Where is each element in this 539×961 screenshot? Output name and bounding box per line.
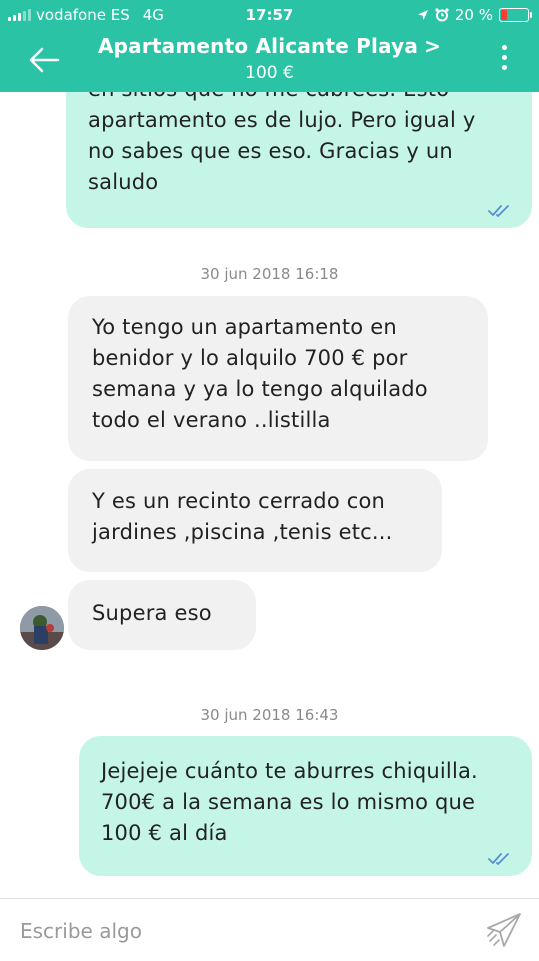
message-line: Yo tengo un apartamento en	[92, 315, 397, 339]
double-check-read-icon	[488, 205, 509, 217]
send-button[interactable]	[485, 911, 523, 949]
more-vertical-icon	[499, 45, 509, 70]
paper-plane-icon	[487, 913, 521, 947]
message-line: todo el verano ..listilla	[92, 408, 331, 432]
listing-title: Apartamento Alicante Playa	[97, 34, 419, 58]
avatar-photo	[20, 606, 64, 650]
message-line: apartamento es de lujo. Pero igual y	[88, 108, 476, 132]
message-bubble-incoming: Y es un recinto cerrado con jardines ,pi…	[68, 469, 442, 572]
chevron-right-icon: >	[424, 34, 442, 58]
message-line: jardines ,piscina ,tenis etc...	[92, 520, 393, 544]
message-list[interactable]: en sitios que no me cabrees. Esto aparta…	[0, 0, 539, 960]
message-line: no sabes que es eso. Gracias y un	[88, 139, 453, 163]
message-line: 700€ a la semana es lo mismo que	[101, 790, 476, 814]
message-line: semana y ya lo tengo alquilado	[92, 377, 428, 401]
message-line: benidor y lo alquilo 700 € por	[92, 346, 408, 370]
message-line: saludo	[88, 170, 159, 194]
double-check-read-icon	[488, 853, 509, 865]
message-timestamp: 30 jun 2018 16:18	[200, 265, 339, 283]
message-line: Jejejeje cuánto te aburres chiquilla.	[101, 759, 478, 783]
sender-avatar[interactable]	[20, 606, 64, 650]
message-bubble-outgoing: Jejejeje cuánto te aburres chiquilla. 70…	[79, 736, 532, 876]
message-line: Y es un recinto cerrado con	[92, 489, 386, 513]
message-timestamp: 30 jun 2018 16:43	[200, 706, 339, 724]
message-input[interactable]	[18, 915, 462, 947]
message-bubble-incoming: Supera eso	[68, 580, 256, 650]
message-bubble-incoming: Yo tengo un apartamento en benidor y lo …	[68, 296, 488, 461]
message-line: Supera eso	[92, 601, 212, 625]
message-line: 100 € al día	[101, 821, 228, 845]
chat-header: Apartamento Alicante Playa > 100 €	[0, 30, 539, 92]
more-options-button[interactable]	[499, 42, 509, 78]
listing-price: 100 €	[245, 63, 294, 83]
message-composer	[0, 898, 539, 961]
conversation-title-link[interactable]: Apartamento Alicante Playa >	[0, 34, 539, 58]
